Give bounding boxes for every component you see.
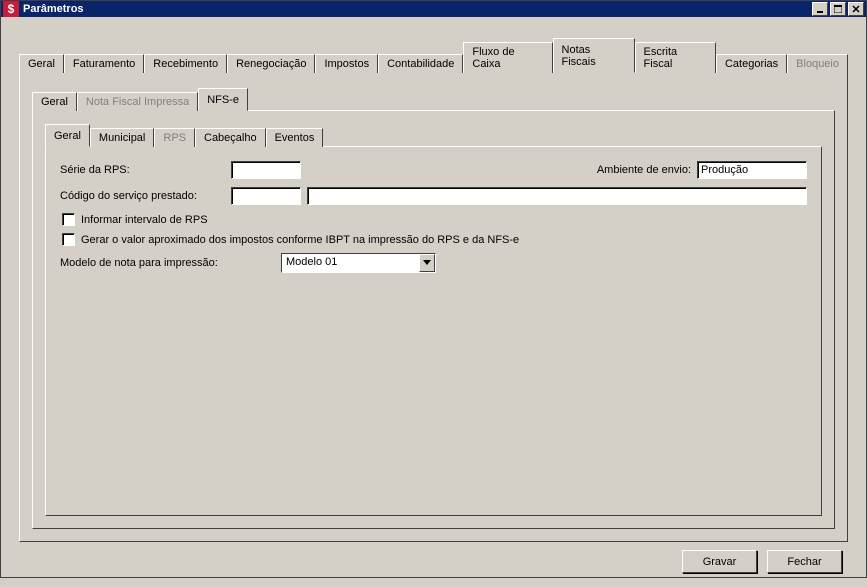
chk-gerar-ibpt[interactable] — [62, 233, 75, 246]
ambiente-envio-input[interactable] — [697, 161, 807, 179]
modelo-nota-label: Modelo de nota para impressão: — [60, 257, 275, 269]
tabs-level3: GeralMunicipalRPSCabeçalhoEventos — [45, 123, 822, 146]
l2-tab-geral[interactable]: Geral — [32, 92, 77, 111]
row-modelo-nota: Modelo de nota para impressão: Modelo 01 — [60, 253, 807, 273]
row-serie-ambiente: Série da RPS: Ambiente de envio: — [60, 161, 807, 179]
l3-tab-cabeçalho[interactable]: Cabeçalho — [195, 128, 266, 147]
chk-intervalo-rps-label: Informar intervalo de RPS — [81, 214, 208, 226]
l3-tab-geral[interactable]: Geral — [45, 124, 90, 147]
l1-tab-renegociação[interactable]: Renegociação — [227, 54, 315, 73]
fechar-button[interactable]: Fechar — [767, 550, 842, 573]
window: $ Parâmetros GeralFaturamentoRecebimento… — [0, 0, 867, 578]
content: GeralFaturamentoRecebimentoRenegociaçãoI… — [1, 17, 866, 587]
panel-notas-fiscais: GeralNota Fiscal ImpressaNFS-e GeralMuni… — [19, 72, 848, 542]
action-bar: Gravar Fechar — [19, 542, 848, 577]
l1-tab-impostos[interactable]: Impostos — [315, 54, 378, 73]
l2-tab-nfs-e[interactable]: NFS-e — [198, 88, 248, 111]
tabs-level1: GeralFaturamentoRecebimentoRenegociaçãoI… — [19, 37, 848, 72]
l3-tab-eventos[interactable]: Eventos — [266, 128, 324, 147]
serie-rps-input[interactable] — [231, 161, 301, 179]
l1-tab-geral[interactable]: Geral — [19, 54, 64, 73]
chevron-down-icon — [419, 254, 435, 272]
row-chk-intervalo-rps: Informar intervalo de RPS — [62, 213, 807, 226]
gravar-button[interactable]: Gravar — [682, 550, 757, 573]
row-chk-gerar-ibpt: Gerar o valor aproximado dos impostos co… — [62, 233, 807, 246]
modelo-nota-select[interactable]: Modelo 01 — [281, 253, 436, 273]
modelo-nota-value: Modelo 01 — [282, 254, 419, 272]
codigo-servico-label: Código do serviço prestado: — [60, 190, 225, 202]
minimize-button[interactable] — [812, 2, 828, 16]
ambiente-envio-label: Ambiente de envio: — [597, 164, 691, 176]
row-codigo-servico: Código do serviço prestado: — [60, 187, 807, 205]
window-controls — [812, 2, 864, 16]
codigo-servico-input[interactable] — [231, 187, 301, 205]
serie-rps-label: Série da RPS: — [60, 164, 225, 176]
chk-intervalo-rps[interactable] — [62, 213, 75, 226]
l1-tab-notas-fiscais[interactable]: Notas Fiscais — [553, 38, 635, 73]
l3-tab-rps: RPS — [154, 128, 195, 147]
chk-gerar-ibpt-label: Gerar o valor aproximado dos impostos co… — [81, 234, 519, 246]
l3-tab-municipal[interactable]: Municipal — [90, 128, 154, 147]
l1-tab-escrita-fiscal[interactable]: Escrita Fiscal — [635, 42, 716, 73]
panel-nfse-geral: Série da RPS: Ambiente de envio: Código … — [45, 146, 822, 516]
titlebar: $ Parâmetros — [1, 1, 866, 17]
l1-tab-faturamento[interactable]: Faturamento — [64, 54, 144, 73]
l1-tab-recebimento[interactable]: Recebimento — [144, 54, 227, 73]
window-title: Parâmetros — [23, 3, 812, 15]
l1-tab-fluxo-de-caixa[interactable]: Fluxo de Caixa — [463, 42, 552, 73]
l1-tab-contabilidade[interactable]: Contabilidade — [378, 54, 463, 73]
app-icon: $ — [3, 1, 19, 17]
l1-tab-bloqueio: Bloqueio — [787, 54, 848, 73]
l2-tab-nota-fiscal-impressa: Nota Fiscal Impressa — [77, 92, 198, 111]
panel-nfse: GeralMunicipalRPSCabeçalhoEventos Série … — [32, 110, 835, 529]
tabs-level2: GeralNota Fiscal ImpressaNFS-e — [32, 87, 835, 110]
maximize-button[interactable] — [830, 2, 846, 16]
l1-tab-categorias[interactable]: Categorias — [716, 54, 787, 73]
codigo-servico-desc-input[interactable] — [307, 187, 807, 205]
close-button[interactable] — [848, 2, 864, 16]
